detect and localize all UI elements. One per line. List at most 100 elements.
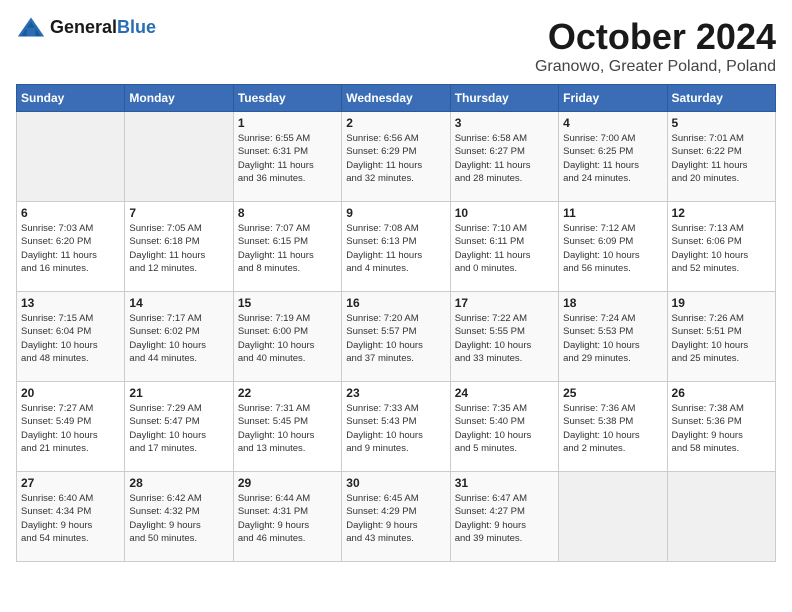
day-info: Sunrise: 7:38 AM Sunset: 5:36 PM Dayligh… [672,402,771,455]
day-cell: 28Sunrise: 6:42 AM Sunset: 4:32 PM Dayli… [125,472,233,562]
day-info: Sunrise: 6:58 AM Sunset: 6:27 PM Dayligh… [455,132,554,185]
day-header-monday: Monday [125,85,233,112]
day-number: 24 [455,386,554,400]
day-info: Sunrise: 7:20 AM Sunset: 5:57 PM Dayligh… [346,312,445,365]
day-header-thursday: Thursday [450,85,558,112]
day-number: 12 [672,206,771,220]
day-header-saturday: Saturday [667,85,775,112]
logo: General Blue [16,16,156,38]
day-info: Sunrise: 7:08 AM Sunset: 6:13 PM Dayligh… [346,222,445,275]
day-info: Sunrise: 7:27 AM Sunset: 5:49 PM Dayligh… [21,402,120,455]
day-number: 11 [563,206,662,220]
day-cell: 13 Sunrise: 7:15 AM Sunset: 6:04 PM Dayli… [17,292,125,382]
logo-blue: Blue [117,17,156,38]
day-info: Sunrise: 6:56 AM Sunset: 6:29 PM Dayligh… [346,132,445,185]
week-row-4: 20 Sunrise: 7:27 AM Sunset: 5:49 PM Dayli… [17,382,776,472]
day-info: Sunrise: 7:19 AM Sunset: 6:00 PM Dayligh… [238,312,337,365]
day-number: 1 [238,116,337,130]
day-info: Sunrise: 7:17 AM Sunset: 6:02 PM Dayligh… [129,312,228,365]
day-info: Sunrise: 7:31 AM Sunset: 5:45 PM Dayligh… [238,402,337,455]
day-cell: 23 Sunrise: 7:33 AM Sunset: 5:43 PM Dayli… [342,382,450,472]
day-cell: 19 Sunrise: 7:26 AM Sunset: 5:51 PM Dayli… [667,292,775,382]
day-info: Sunrise: 7:13 AM Sunset: 6:06 PM Dayligh… [672,222,771,275]
location-title: Granowo, Greater Poland, Poland [535,58,776,76]
day-info: Sunrise: 7:03 AM Sunset: 6:20 PM Dayligh… [21,222,120,275]
week-row-3: 13 Sunrise: 7:15 AM Sunset: 6:04 PM Dayli… [17,292,776,382]
day-cell: 26 Sunrise: 7:38 AM Sunset: 5:36 PM Dayli… [667,382,775,472]
day-number: 14 [129,296,228,310]
day-cell: 6 Sunrise: 7:03 AM Sunset: 6:20 PM Daylig… [17,202,125,292]
day-header-sunday: Sunday [17,85,125,112]
day-header-tuesday: Tuesday [233,85,341,112]
day-info: Sunrise: 6:42 AM Sunset: 4:32 PM Dayligh… [129,492,228,545]
day-cell: 27 Sunrise: 6:40 AM Sunset: 4:34 PM Dayli… [17,472,125,562]
day-info: Sunrise: 6:47 AM Sunset: 4:27 PM Dayligh… [455,492,554,545]
day-number: 20 [21,386,120,400]
day-number: 31 [455,476,554,490]
day-number: 9 [346,206,445,220]
day-number: 27 [21,476,120,490]
calendar-table: SundayMondayTuesdayWednesdayThursdayFrid… [16,84,776,562]
day-info: Sunrise: 7:24 AM Sunset: 5:53 PM Dayligh… [563,312,662,365]
day-info: Sunrise: 7:26 AM Sunset: 5:51 PM Dayligh… [672,312,771,365]
day-number: 25 [563,386,662,400]
day-cell: 5 Sunrise: 7:01 AM Sunset: 6:22 PM Daylig… [667,112,775,202]
day-number: 21 [129,386,228,400]
day-number: 7 [129,206,228,220]
day-info: Sunrise: 7:33 AM Sunset: 5:43 PM Dayligh… [346,402,445,455]
day-cell: 1Sunrise: 6:55 AM Sunset: 6:31 PM Daylig… [233,112,341,202]
day-info: Sunrise: 7:01 AM Sunset: 6:22 PM Dayligh… [672,132,771,185]
day-info: Sunrise: 6:40 AM Sunset: 4:34 PM Dayligh… [21,492,120,545]
day-info: Sunrise: 7:05 AM Sunset: 6:18 PM Dayligh… [129,222,228,275]
day-cell: 20 Sunrise: 7:27 AM Sunset: 5:49 PM Dayli… [17,382,125,472]
week-row-5: 27 Sunrise: 6:40 AM Sunset: 4:34 PM Dayli… [17,472,776,562]
day-number: 3 [455,116,554,130]
day-number: 2 [346,116,445,130]
logo-icon [16,16,46,38]
day-cell: 3 Sunrise: 6:58 AM Sunset: 6:27 PM Daylig… [450,112,558,202]
day-cell: 8Sunrise: 7:07 AM Sunset: 6:15 PM Daylig… [233,202,341,292]
day-cell: 14 Sunrise: 7:17 AM Sunset: 6:02 PM Dayli… [125,292,233,382]
day-headers: SundayMondayTuesdayWednesdayThursdayFrid… [17,85,776,112]
day-info: Sunrise: 6:45 AM Sunset: 4:29 PM Dayligh… [346,492,445,545]
day-cell: 31 Sunrise: 6:47 AM Sunset: 4:27 PM Dayli… [450,472,558,562]
day-number: 19 [672,296,771,310]
day-info: Sunrise: 7:15 AM Sunset: 6:04 PM Dayligh… [21,312,120,365]
day-cell: 24 Sunrise: 7:35 AM Sunset: 5:40 PM Dayli… [450,382,558,472]
day-info: Sunrise: 7:22 AM Sunset: 5:55 PM Dayligh… [455,312,554,365]
month-title: October 2024 [535,16,776,58]
day-number: 5 [672,116,771,130]
day-cell: 12 Sunrise: 7:13 AM Sunset: 6:06 PM Dayli… [667,202,775,292]
day-number: 8 [238,206,337,220]
week-row-1: 1Sunrise: 6:55 AM Sunset: 6:31 PM Daylig… [17,112,776,202]
day-number: 13 [21,296,120,310]
day-number: 15 [238,296,337,310]
day-cell [667,472,775,562]
day-number: 23 [346,386,445,400]
day-cell: 9 Sunrise: 7:08 AM Sunset: 6:13 PM Daylig… [342,202,450,292]
day-number: 22 [238,386,337,400]
day-cell: 22 Sunrise: 7:31 AM Sunset: 5:45 PM Dayli… [233,382,341,472]
day-cell: 11 Sunrise: 7:12 AM Sunset: 6:09 PM Dayli… [559,202,667,292]
title-area: October 2024 Granowo, Greater Poland, Po… [535,16,776,76]
day-cell: 21 Sunrise: 7:29 AM Sunset: 5:47 PM Dayli… [125,382,233,472]
day-info: Sunrise: 7:12 AM Sunset: 6:09 PM Dayligh… [563,222,662,275]
calendar-body: 1Sunrise: 6:55 AM Sunset: 6:31 PM Daylig… [17,112,776,562]
day-info: Sunrise: 7:00 AM Sunset: 6:25 PM Dayligh… [563,132,662,185]
day-cell: 16Sunrise: 7:20 AM Sunset: 5:57 PM Dayli… [342,292,450,382]
day-cell: 4Sunrise: 7:00 AM Sunset: 6:25 PM Daylig… [559,112,667,202]
day-cell: 15 Sunrise: 7:19 AM Sunset: 6:00 PM Dayli… [233,292,341,382]
day-number: 17 [455,296,554,310]
day-number: 6 [21,206,120,220]
day-cell: 2 Sunrise: 6:56 AM Sunset: 6:29 PM Daylig… [342,112,450,202]
day-cell: 25Sunrise: 7:36 AM Sunset: 5:38 PM Dayli… [559,382,667,472]
day-header-friday: Friday [559,85,667,112]
day-info: Sunrise: 7:29 AM Sunset: 5:47 PM Dayligh… [129,402,228,455]
day-cell: 18Sunrise: 7:24 AM Sunset: 5:53 PM Dayli… [559,292,667,382]
day-cell [559,472,667,562]
day-cell [125,112,233,202]
day-info: Sunrise: 7:35 AM Sunset: 5:40 PM Dayligh… [455,402,554,455]
day-info: Sunrise: 7:10 AM Sunset: 6:11 PM Dayligh… [455,222,554,275]
day-number: 26 [672,386,771,400]
week-row-2: 6 Sunrise: 7:03 AM Sunset: 6:20 PM Daylig… [17,202,776,292]
